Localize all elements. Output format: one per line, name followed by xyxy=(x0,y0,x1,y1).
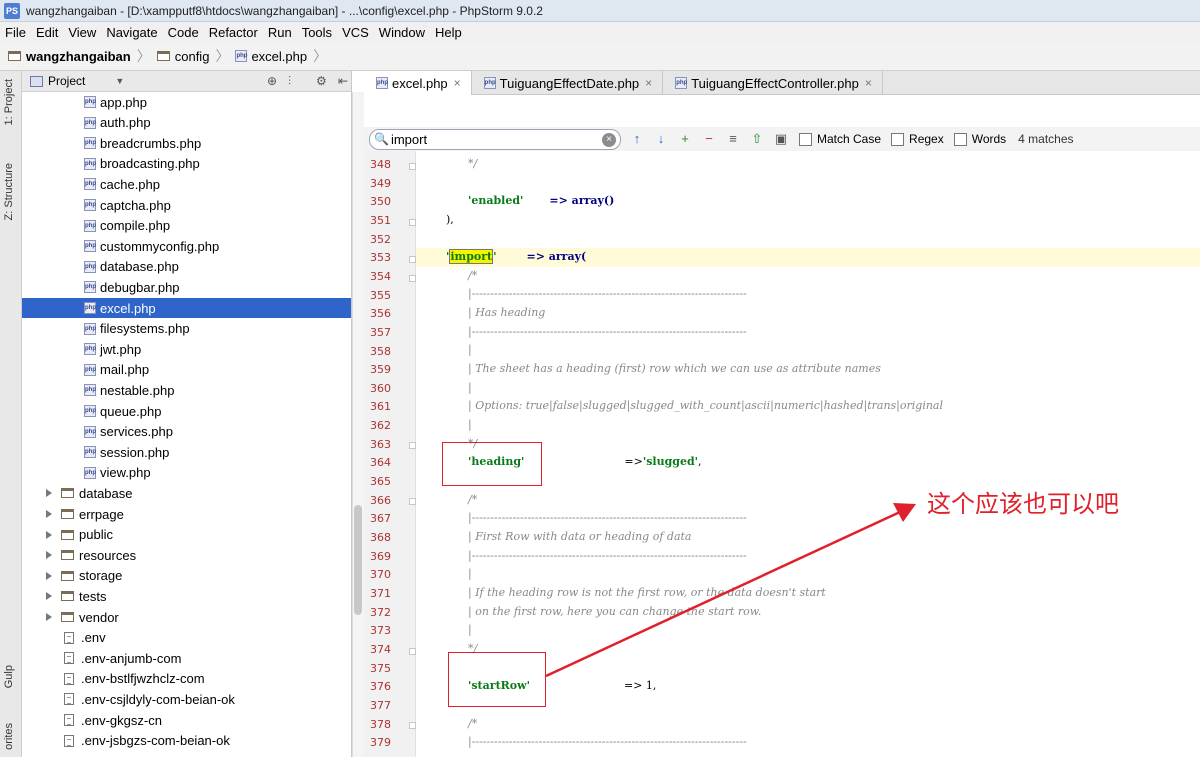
annotation-text: 这个应该也可以吧 xyxy=(927,490,1119,518)
annotation-arrow xyxy=(545,503,916,678)
